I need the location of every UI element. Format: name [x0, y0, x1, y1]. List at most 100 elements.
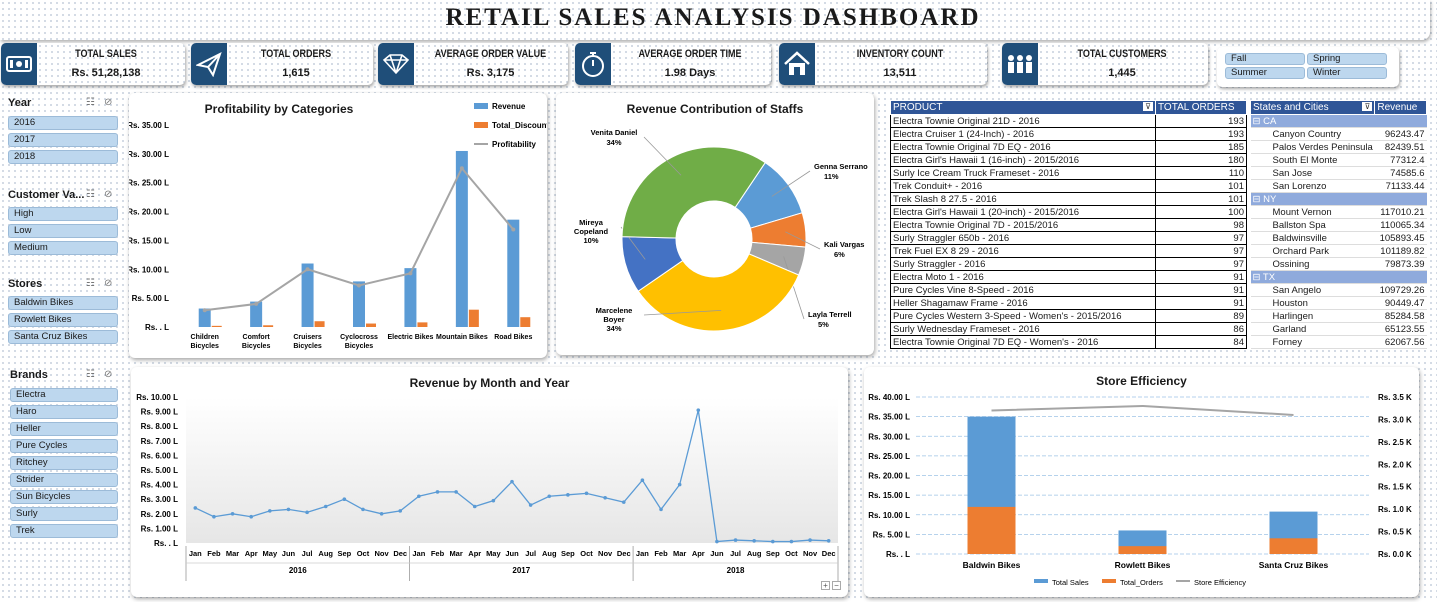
product-orders: 84: [1155, 335, 1247, 349]
clear-filter-icon[interactable]: ⊘: [104, 278, 112, 289]
header-label: States and Cities: [1253, 102, 1329, 113]
table-row[interactable]: Trek Slash 8 27.5 - 2016 101: [890, 192, 1247, 206]
expand-button[interactable]: +: [821, 581, 830, 590]
city-row[interactable]: Ossining 79873.39: [1250, 257, 1427, 271]
slicer-item[interactable]: 2017: [8, 133, 118, 147]
city-row[interactable]: San Lorenzo 71133.44: [1250, 179, 1427, 193]
product-header[interactable]: PRODUCT ⊽: [890, 100, 1156, 115]
slicer-item[interactable]: 2016: [8, 116, 118, 130]
slicer-item[interactable]: Sun Bicycles: [10, 490, 118, 504]
header-label: PRODUCT: [893, 102, 943, 113]
state-name[interactable]: ⊟ CA: [1250, 114, 1427, 128]
month-label: Feb: [431, 549, 445, 558]
slicer-item[interactable]: Trek: [10, 524, 118, 538]
city-row[interactable]: Canyon Country 96243.47: [1250, 127, 1427, 141]
slicer-item[interactable]: Baldwin Bikes: [8, 296, 118, 310]
table-row[interactable]: Electra Moto 1 - 2016 91: [890, 270, 1247, 284]
season-spring[interactable]: Spring: [1307, 53, 1387, 65]
season-slicer: Fall Spring Summer Winter: [1217, 47, 1399, 87]
city-row[interactable]: Baldwinsville 105893.45: [1250, 231, 1427, 245]
filter-icon[interactable]: ⊽: [1143, 102, 1153, 111]
state-name[interactable]: ⊟ TX: [1250, 270, 1427, 284]
city-row[interactable]: South El Monte 77312.4: [1250, 153, 1427, 167]
slicer-item[interactable]: High: [8, 207, 118, 221]
table-row[interactable]: Electra Cruiser 1 (24-Inch) - 2016 193: [890, 127, 1247, 141]
slicer-item[interactable]: Strider: [10, 473, 118, 487]
table-row[interactable]: Pure Cycles Western 3-Speed - Women's - …: [890, 309, 1247, 323]
product-name: Pure Cycles Western 3-Speed - Women's - …: [890, 309, 1156, 323]
slicer-item[interactable]: Ritchey: [10, 456, 118, 470]
table-row[interactable]: Electra Townie Original 7D EQ - 2016 185: [890, 140, 1247, 154]
city-row[interactable]: San Angelo 109729.26: [1250, 283, 1427, 297]
table-row[interactable]: Electra Girl's Hawaii 1 (20-inch) - 2015…: [890, 205, 1247, 219]
y-tick-label: Rs. . L: [886, 550, 910, 559]
table-row[interactable]: Electra Townie Original 21D - 2016 193: [890, 114, 1247, 128]
states-header[interactable]: States and Cities ⊽: [1249, 100, 1376, 115]
state-name[interactable]: ⊟ NY: [1250, 192, 1427, 206]
table-row[interactable]: Surly Ice Cream Truck Frameset - 2016 110: [890, 166, 1247, 180]
product-orders: 91: [1155, 283, 1247, 297]
y-tick-label: Rs. 40.00 L: [868, 393, 910, 402]
table-row[interactable]: Electra Townie Original 7D EQ - Women's …: [890, 335, 1247, 349]
filter-icon[interactable]: ⊽: [1362, 102, 1373, 111]
city-revenue: 110065.34: [1374, 218, 1427, 232]
city-row[interactable]: Forney 62067.56: [1250, 335, 1427, 349]
slicer-item[interactable]: Pure Cycles: [10, 439, 118, 453]
slicer-item[interactable]: Haro: [10, 405, 118, 419]
table-row[interactable]: Surly Wednesday Frameset - 2016 86: [890, 322, 1247, 336]
slice-pct: 11%: [824, 172, 839, 181]
product-name: Electra Cruiser 1 (24-Inch) - 2016: [890, 127, 1156, 141]
table-row[interactable]: Heller Shagamaw Frame - 2016 91: [890, 296, 1247, 310]
city-row[interactable]: Houston 90449.47: [1250, 296, 1427, 310]
revenue-point: [323, 504, 328, 509]
city-row[interactable]: Mount Vernon 117010.21: [1250, 205, 1427, 219]
product-name: Surly Ice Cream Truck Frameset - 2016: [890, 166, 1156, 180]
city-revenue: 74585.6: [1374, 166, 1427, 180]
multi-select-icon[interactable]: ☷: [86, 189, 95, 200]
city-row[interactable]: Orchard Park 101189.82: [1250, 244, 1427, 258]
city-row[interactable]: Garland 65123.55: [1250, 322, 1427, 336]
slicer-item[interactable]: Electra: [10, 388, 118, 402]
multi-select-icon[interactable]: ☷: [86, 97, 95, 108]
table-row[interactable]: Electra Townie Original 7D - 2015/2016 98: [890, 218, 1247, 232]
slicer-item[interactable]: Medium: [8, 241, 118, 255]
multi-select-icon[interactable]: ☷: [86, 278, 95, 289]
city-row[interactable]: Palos Verdes Peninsula 82439.51: [1250, 140, 1427, 154]
revenue-point: [379, 512, 384, 516]
table-row[interactable]: Pure Cycles Vine 8-Speed - 2016 91: [890, 283, 1247, 297]
diamond-icon: [378, 43, 414, 85]
table-row[interactable]: Trek Fuel EX 8 29 - 2016 97: [890, 244, 1247, 258]
orders-header[interactable]: TOTAL ORDERS: [1155, 100, 1247, 115]
clear-filter-icon[interactable]: ⊘: [104, 97, 112, 108]
x-tick-label: Comfort: [243, 334, 271, 341]
discount-bar: [366, 323, 376, 327]
slicer-item[interactable]: Rowlett Bikes: [8, 313, 118, 327]
slicer-item[interactable]: Surly: [10, 507, 118, 521]
slicer-item[interactable]: Santa Cruz Bikes: [8, 330, 118, 344]
state-group-row[interactable]: ⊟ NY: [1250, 192, 1427, 206]
product-name: Pure Cycles Vine 8-Speed - 2016: [890, 283, 1156, 297]
table-row[interactable]: Electra Girl's Hawaii 1 (16-inch) - 2015…: [890, 153, 1247, 167]
slicer-item[interactable]: Heller: [10, 422, 118, 436]
multi-select-icon[interactable]: ☷: [86, 369, 95, 380]
clear-filter-icon[interactable]: ⊘: [104, 369, 112, 380]
slicer-item[interactable]: 2018: [8, 150, 118, 164]
city-row[interactable]: San Jose 74585.6: [1250, 166, 1427, 180]
city-row[interactable]: Ballston Spa 110065.34: [1250, 218, 1427, 232]
table-row[interactable]: Surly Straggler - 2016 97: [890, 257, 1247, 271]
clear-filter-icon[interactable]: ⊘: [104, 189, 112, 200]
table-row[interactable]: Surly Straggler 650b - 2016 97: [890, 231, 1247, 245]
city-row[interactable]: Harlingen 85284.58: [1250, 309, 1427, 323]
season-fall[interactable]: Fall: [1225, 53, 1305, 65]
season-winter[interactable]: Winter: [1307, 67, 1387, 79]
monthly-revenue-chart: Rs. . L Rs. 1.00 L Rs. 2.00 L Rs. 3.00 L Rs.…: [136, 393, 839, 581]
revenue-header[interactable]: Revenue: [1374, 100, 1427, 115]
kpi-inventory-count: INVENTORY COUNT 13,511: [779, 43, 987, 85]
collapse-button[interactable]: −: [832, 581, 841, 590]
season-summer[interactable]: Summer: [1225, 67, 1305, 79]
table-row[interactable]: Trek Conduit+ - 2016 101: [890, 179, 1247, 193]
slicer-item[interactable]: Low: [8, 224, 118, 238]
revenue-point: [491, 498, 496, 503]
state-group-row[interactable]: ⊟ TX: [1250, 270, 1427, 284]
state-group-row[interactable]: ⊟ CA: [1250, 114, 1427, 128]
